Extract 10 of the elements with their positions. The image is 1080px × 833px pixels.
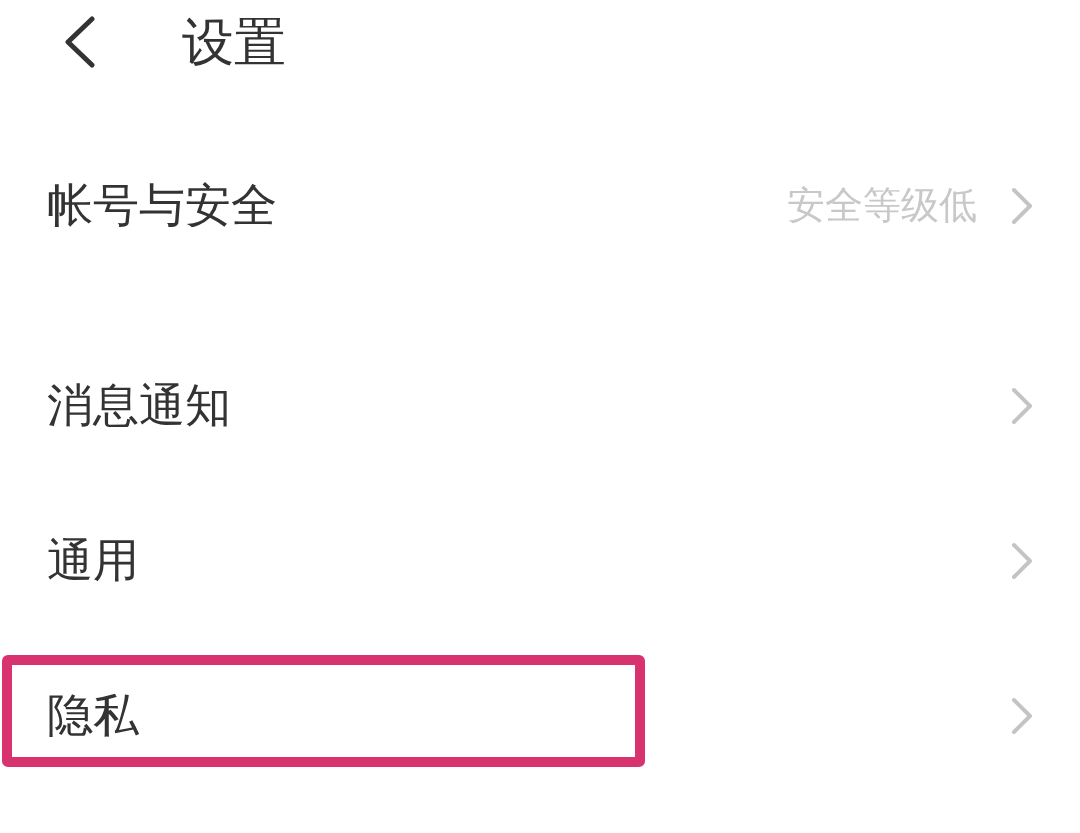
back-icon[interactable] xyxy=(64,16,96,68)
setting-label[interactable]: 消息通知 xyxy=(47,380,231,431)
chevron-right-icon[interactable] xyxy=(1011,541,1033,580)
setting-label[interactable]: 通用 xyxy=(47,535,139,586)
chevron-right-icon[interactable] xyxy=(1011,386,1033,425)
page-title: 设置 xyxy=(182,16,286,68)
chevron-right-icon[interactable] xyxy=(1011,186,1033,225)
setting-label[interactable]: 帐号与安全 xyxy=(47,180,277,231)
setting-label[interactable]: 隐私 xyxy=(47,690,139,741)
chevron-right-icon[interactable] xyxy=(1011,696,1033,735)
